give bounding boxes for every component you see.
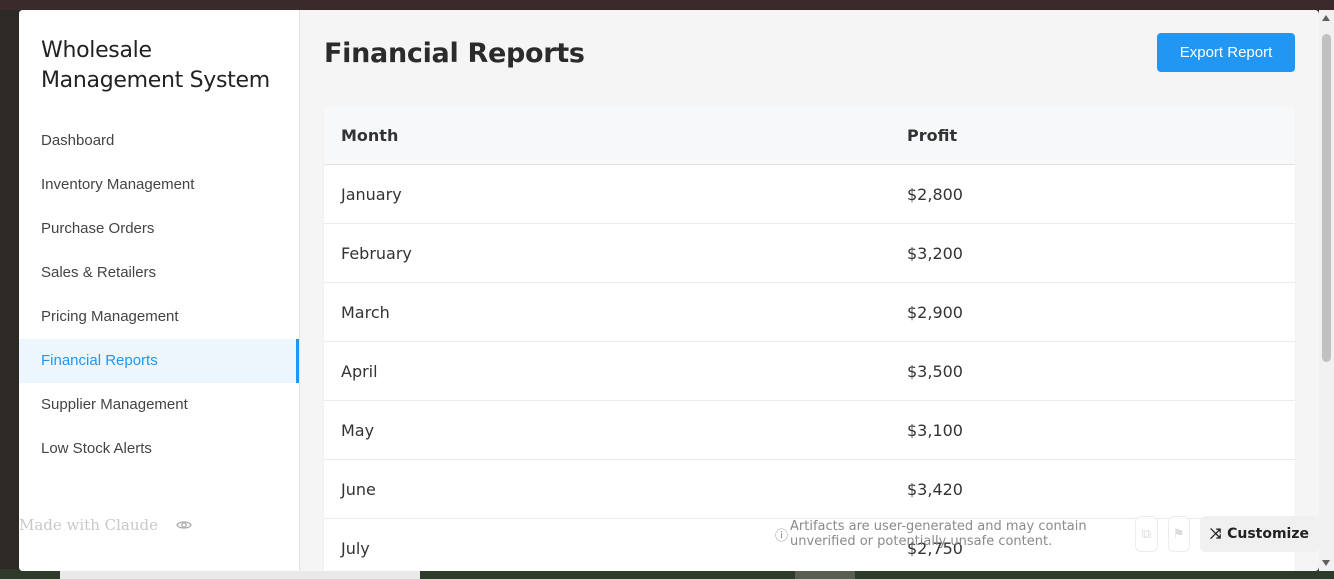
financial-table-card: Month Profit January $2,800 February $3,… <box>324 106 1295 571</box>
customize-label: Customize <box>1227 526 1309 542</box>
app-window: Wholesale Management System Dashboard In… <box>19 10 1319 571</box>
cell-profit: $2,900 <box>890 282 1295 342</box>
sidebar-item-pricing-management[interactable]: Pricing Management <box>19 295 299 339</box>
page-header: Financial Reports Export Report <box>324 10 1295 106</box>
scrollbar-thumb[interactable] <box>1322 34 1331 362</box>
column-header-month: Month <box>324 106 890 165</box>
table-row: January $2,800 <box>324 164 1295 224</box>
cell-month: April <box>324 341 890 401</box>
table-row: February $3,200 <box>324 223 1295 283</box>
scroll-down-icon[interactable] <box>1322 560 1330 566</box>
page-title: Financial Reports <box>324 38 585 69</box>
table-header-row: Month Profit <box>324 106 1295 165</box>
shuffle-icon: ⤨ <box>1209 526 1222 542</box>
artifact-notice-bar: ⓘ Artifacts are user-generated and may c… <box>775 516 1319 552</box>
sidebar-item-label: Inventory Management <box>41 176 195 193</box>
artifact-notice-text: Artifacts are user-generated and may con… <box>790 519 1087 549</box>
sidebar-item-low-stock-alerts[interactable]: Low Stock Alerts <box>19 427 299 471</box>
cell-profit: $3,420 <box>890 459 1295 519</box>
app-title-line1: Wholesale <box>41 38 152 63</box>
cell-month: February <box>324 223 890 283</box>
sidebar-item-label: Supplier Management <box>41 396 188 413</box>
cell-month: January <box>324 164 890 224</box>
export-report-button[interactable]: Export Report <box>1157 33 1295 72</box>
sidebar-item-financial-reports[interactable]: Financial Reports <box>19 339 299 383</box>
sidebar: Wholesale Management System Dashboard In… <box>19 10 300 571</box>
sidebar-item-dashboard[interactable]: Dashboard <box>19 119 299 163</box>
cell-profit: $3,200 <box>890 223 1295 283</box>
sidebar-nav: Dashboard Inventory Management Purchase … <box>19 119 299 471</box>
flag-icon[interactable]: ⚑ <box>1167 516 1190 552</box>
sidebar-item-purchase-orders[interactable]: Purchase Orders <box>19 207 299 251</box>
info-icon: ⓘ <box>775 528 789 544</box>
app-title-line2: Management System <box>41 68 270 93</box>
sidebar-item-sales-retailers[interactable]: Sales & Retailers <box>19 251 299 295</box>
sidebar-item-label: Low Stock Alerts <box>41 440 152 457</box>
sidebar-item-inventory-management[interactable]: Inventory Management <box>19 163 299 207</box>
made-with-claude[interactable]: Made with Claude <box>19 516 192 534</box>
made-with-label: Made with Claude <box>19 516 158 534</box>
table-row: March $2,900 <box>324 282 1295 342</box>
eye-icon <box>176 519 192 531</box>
cell-month: June <box>324 459 890 519</box>
main-content: Financial Reports Export Report Month Pr… <box>300 10 1319 571</box>
financial-table: Month Profit January $2,800 February $3,… <box>324 106 1295 571</box>
table-row: May $3,100 <box>324 400 1295 460</box>
backdrop-top <box>0 0 1334 10</box>
sidebar-item-label: Purchase Orders <box>41 220 155 237</box>
sidebar-item-label: Sales & Retailers <box>41 264 157 281</box>
column-header-profit: Profit <box>890 106 1295 165</box>
sidebar-item-label: Dashboard <box>41 132 115 149</box>
cell-month: May <box>324 400 890 460</box>
page-scrollbar[interactable] <box>1319 10 1334 571</box>
table-row: June $3,420 <box>324 459 1295 519</box>
cell-profit: $2,800 <box>890 164 1295 224</box>
cell-profit: $3,500 <box>890 341 1295 401</box>
sidebar-item-label: Pricing Management <box>41 308 179 325</box>
table-row: April $3,500 <box>324 341 1295 401</box>
copy-icon[interactable]: ⧉ <box>1135 516 1158 552</box>
app-title: Wholesale Management System <box>41 36 299 96</box>
cell-profit: $3,100 <box>890 400 1295 460</box>
cell-month: March <box>324 282 890 342</box>
sidebar-item-label: Financial Reports <box>41 352 158 369</box>
sidebar-item-supplier-management[interactable]: Supplier Management <box>19 383 299 427</box>
scroll-up-icon[interactable] <box>1322 15 1330 21</box>
customize-button[interactable]: ⤨ Customize <box>1199 516 1319 552</box>
